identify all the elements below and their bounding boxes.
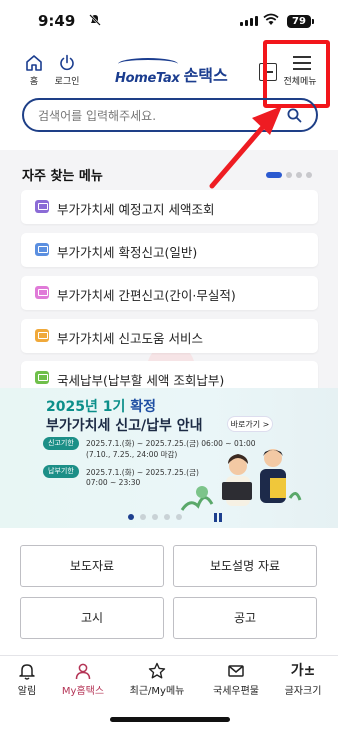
frequent-menu-section: 자주 찾는 메뉴 부가가치세 예정고지 세액조회 부가가치세 확정신고(일반) … xyxy=(0,150,338,395)
chat-icon xyxy=(35,200,49,213)
chat-icon xyxy=(35,286,49,299)
nav-tax-mailbox[interactable]: 국세우편물 xyxy=(201,662,271,697)
status-time: 9:49 xyxy=(38,12,76,30)
press-explanation-button[interactable]: 보도설명 자료 xyxy=(173,545,317,587)
wifi-icon xyxy=(263,13,279,25)
payment-deadline-line2: 07:00 ~ 23:30 xyxy=(86,478,141,487)
frequent-menu-label: 부가가치세 신고도움 서비스 xyxy=(57,331,203,346)
chat-icon xyxy=(35,329,49,342)
cellular-signal-icon xyxy=(240,16,258,26)
logo-english: HomeTax xyxy=(115,71,180,86)
nav-my-hometax-label: My홈택스 xyxy=(61,686,105,697)
frequent-menu-item[interactable]: 부가가치세 간편신고(간이·무실적) xyxy=(21,276,318,310)
pause-icon[interactable] xyxy=(214,513,222,522)
frequent-menu-label: 부가가치세 예정고지 세액조회 xyxy=(57,202,215,217)
logo-korean: 손택스 xyxy=(183,66,228,85)
mail-icon xyxy=(228,665,244,677)
bell-icon xyxy=(19,664,35,680)
banner-title-line2: 부가가치세 신고/납부 안내 xyxy=(46,418,203,434)
frequent-menu-label: 부가가치세 확정신고(일반) xyxy=(57,245,198,260)
frequent-menu-item[interactable]: 부가가치세 신고도움 서비스 xyxy=(21,319,318,353)
login-button[interactable]: 로그인 xyxy=(47,54,87,87)
search-box[interactable] xyxy=(22,98,318,132)
report-deadline-line2: (7.10., 7.25., 24:00 마감) xyxy=(86,450,178,459)
notice-button[interactable]: 고시 xyxy=(20,597,164,639)
chat-icon xyxy=(35,243,49,256)
font-size-icon: 가± xyxy=(290,663,316,679)
chat-icon xyxy=(35,371,49,384)
section-title: 자주 찾는 메뉴 xyxy=(22,169,103,184)
banner-go-link[interactable]: 바로가기 > xyxy=(227,416,273,432)
nav-my-hometax[interactable]: My홈택스 xyxy=(48,662,118,697)
home-indicator xyxy=(110,717,230,722)
banner-year: 2025년 1기 xyxy=(46,399,126,415)
silent-mode-icon xyxy=(89,14,101,26)
payment-deadline-badge: 납부기한 xyxy=(43,465,79,478)
status-bar: 9:49 79 xyxy=(0,0,338,40)
frequent-menu-label: 국세납부(납부할 세액 조회납부) xyxy=(57,373,225,388)
search-icon[interactable] xyxy=(287,108,302,123)
home-icon xyxy=(26,55,42,71)
frequent-menu-label: 부가가치세 간편신고(간이·무실적) xyxy=(57,288,236,303)
star-icon xyxy=(148,662,166,679)
banner-title-rest: 확정 xyxy=(125,399,156,415)
nav-recent-my-menu[interactable]: 최근/My메뉴 xyxy=(122,662,192,697)
pager-dots[interactable] xyxy=(266,172,312,178)
power-icon xyxy=(60,54,74,71)
report-deadline-badge: 신고기한 xyxy=(43,437,79,450)
frequent-menu-item[interactable]: 부가가치세 예정고지 세액조회 xyxy=(21,190,318,224)
vat-banner[interactable]: 2025년 1기 확정 부가가치세 신고/납부 안내 바로가기 > 신고기한 2… xyxy=(0,388,338,528)
login-label: 로그인 xyxy=(54,77,80,87)
frequent-menu-item[interactable]: 부가가치세 확정신고(일반) xyxy=(21,233,318,267)
announcement-button[interactable]: 공고 xyxy=(173,597,317,639)
battery-icon: 79 xyxy=(287,15,314,28)
search-input[interactable] xyxy=(38,106,278,126)
person-icon xyxy=(75,663,91,680)
nav-font-size[interactable]: 가± 글자크기 xyxy=(268,662,338,697)
nav-font-size-label: 글자크기 xyxy=(284,686,322,697)
press-release-button[interactable]: 보도자료 xyxy=(20,545,164,587)
nav-tax-mailbox-label: 국세우편물 xyxy=(213,686,259,697)
banner-pager-dots[interactable] xyxy=(128,514,182,520)
hometax-logo[interactable]: HomeTax 손택스 xyxy=(115,62,228,86)
banner-title-line1: 2025년 1기 확정 xyxy=(46,396,156,416)
people-illustration xyxy=(180,449,302,511)
nav-recent-my-menu-label: 최근/My메뉴 xyxy=(129,686,185,697)
